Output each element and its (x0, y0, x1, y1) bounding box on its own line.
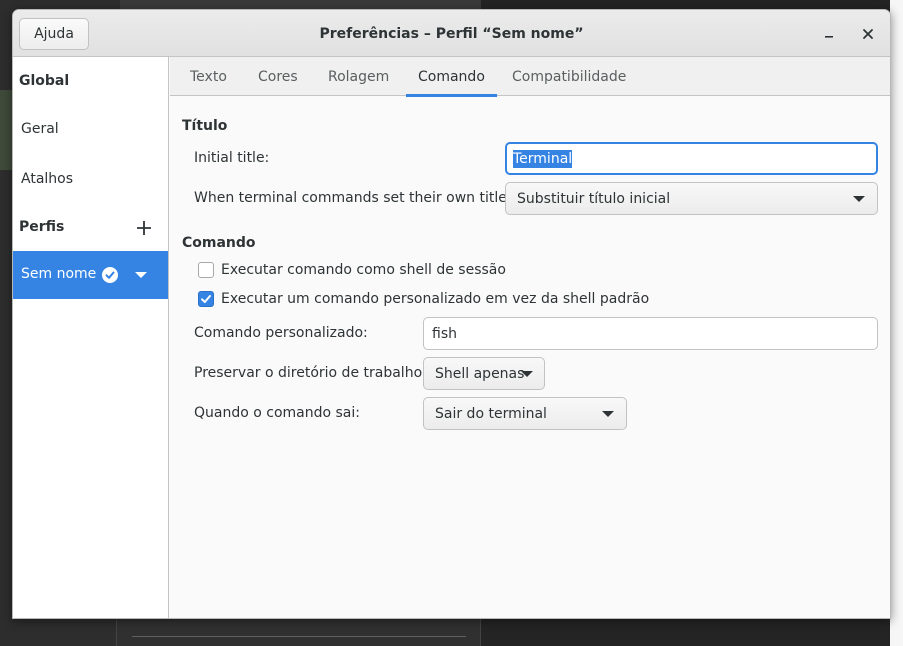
chevron-down-icon (602, 411, 614, 417)
on-exit-dropdown[interactable]: Sair do terminal (423, 397, 627, 430)
tab-command[interactable]: Comando (406, 57, 497, 97)
login-shell-row[interactable]: Executar comando como shell de sessão (198, 260, 506, 280)
checkmark-icon (201, 295, 211, 303)
command-section-heading: Comando (182, 235, 256, 251)
tab-colors[interactable]: Cores (246, 57, 310, 96)
profile-item-sem-nome[interactable]: Sem nome (13, 251, 168, 299)
chevron-down-icon[interactable] (134, 270, 148, 280)
custom-command-label: Comando personalizado: (194, 325, 368, 341)
global-heading: Global (19, 73, 70, 89)
profile-name: Sem nome (21, 266, 97, 282)
tab-compatibility[interactable]: Compatibilidade (500, 57, 638, 96)
title-section-heading: Título (182, 118, 228, 134)
tab-text[interactable]: Texto (178, 57, 239, 96)
headerbar: Ajuda Preferências – Perfil “Sem nome” (13, 10, 890, 57)
custom-command-checkbox[interactable] (198, 291, 214, 307)
chevron-down-icon (853, 196, 865, 202)
preserve-dir-dropdown[interactable]: Shell apenas (423, 357, 545, 390)
custom-command-toggle-row[interactable]: Executar um comando personalizado em vez… (198, 289, 649, 309)
custom-command-input[interactable]: fish (423, 317, 878, 350)
initial-title-label: Initial title: (194, 150, 270, 166)
sidebar: Global Geral Atalhos Perfis Sem nome (13, 57, 169, 618)
background-divider (132, 636, 466, 637)
sidebar-item-general[interactable]: Geral (21, 121, 59, 137)
content-area: Texto Cores Rolagem Comando Compatibilid… (170, 57, 890, 618)
custom-command-value: fish (432, 325, 457, 342)
title-mode-dropdown[interactable]: Substituir título inicial (505, 182, 878, 215)
close-icon[interactable] (856, 22, 880, 46)
custom-command-toggle-label: Executar um comando personalizado em vez… (221, 291, 650, 307)
preserve-dir-label: Preservar o diretório de trabalho: (194, 365, 427, 381)
background-panel (116, 618, 481, 646)
title-mode-value: Substituir título inicial (517, 190, 671, 207)
plus-icon[interactable] (133, 217, 155, 239)
profiles-heading: Perfis (19, 219, 65, 235)
initial-title-field[interactable]: Terminal (505, 142, 878, 175)
tab-scrolling[interactable]: Rolagem (316, 57, 401, 96)
sidebar-item-shortcuts[interactable]: Atalhos (21, 171, 73, 187)
background-browser-strip (890, 0, 903, 646)
initial-title-value: Terminal (513, 149, 573, 168)
commands-set-title-label: When terminal commands set their own tit… (194, 190, 519, 206)
preferences-dialog: Ajuda Preferências – Perfil “Sem nome” G… (12, 9, 891, 619)
login-shell-label: Executar comando como shell de sessão (221, 262, 506, 278)
window-title: Preferências – Perfil “Sem nome” (319, 25, 584, 42)
tab-bar: Texto Cores Rolagem Comando Compatibilid… (170, 57, 890, 97)
check-circle-icon (102, 267, 118, 283)
help-button[interactable]: Ajuda (19, 18, 89, 50)
on-exit-label: Quando o comando sai: (194, 405, 360, 421)
chevron-down-icon (521, 371, 533, 377)
minimize-icon[interactable] (817, 22, 841, 46)
login-shell-checkbox[interactable] (198, 262, 214, 278)
preserve-dir-value: Shell apenas (435, 365, 525, 382)
on-exit-value: Sair do terminal (435, 405, 547, 422)
